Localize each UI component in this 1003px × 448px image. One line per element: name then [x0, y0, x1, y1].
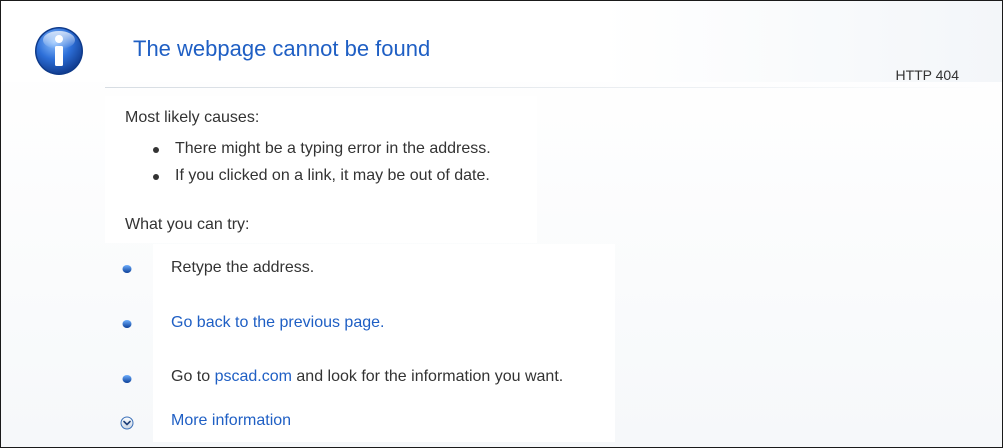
goto-suffix-text: and look for the information you want.	[291, 368, 564, 385]
goto-site-item: Go to pscad.com and look for the informa…	[171, 368, 563, 386]
cause-item-text: There might be a typing error in the add…	[175, 140, 491, 157]
causes-section: Most likely causes: There might be a typ…	[105, 96, 537, 243]
divider	[105, 87, 1000, 88]
info-icon	[35, 27, 83, 75]
retype-address-text: Retype the address.	[171, 259, 315, 276]
cause-item: There might be a typing error in the add…	[153, 140, 491, 158]
more-information-link[interactable]: More information	[171, 412, 291, 429]
bullet-dot-icon	[153, 147, 159, 153]
page-title: The webpage cannot be found	[133, 36, 431, 61]
go-back-link[interactable]: Go back to the previous page.	[171, 314, 384, 331]
more-information-item: More information	[171, 412, 291, 430]
bullet-dot-icon	[153, 174, 159, 180]
goto-prefix-text: Go to	[171, 368, 215, 385]
site-link[interactable]: pscad.com	[215, 368, 292, 385]
blue-bullet-icon	[122, 375, 132, 383]
blue-bullet-icon	[122, 265, 132, 273]
cause-item: If you clicked on a link, it may be out …	[153, 167, 490, 185]
cause-item-text: If you clicked on a link, it may be out …	[175, 167, 490, 184]
chevron-down-circle-icon[interactable]	[120, 416, 134, 430]
error-page: The webpage cannot be found HTTP 404 Mos…	[0, 0, 1003, 448]
go-back-item: Go back to the previous page.	[171, 314, 384, 332]
blue-bullet-icon	[122, 320, 132, 328]
try-heading: What you can try:	[125, 216, 250, 233]
http-status-code: HTTP 404	[895, 67, 959, 83]
causes-heading: Most likely causes:	[125, 109, 260, 126]
